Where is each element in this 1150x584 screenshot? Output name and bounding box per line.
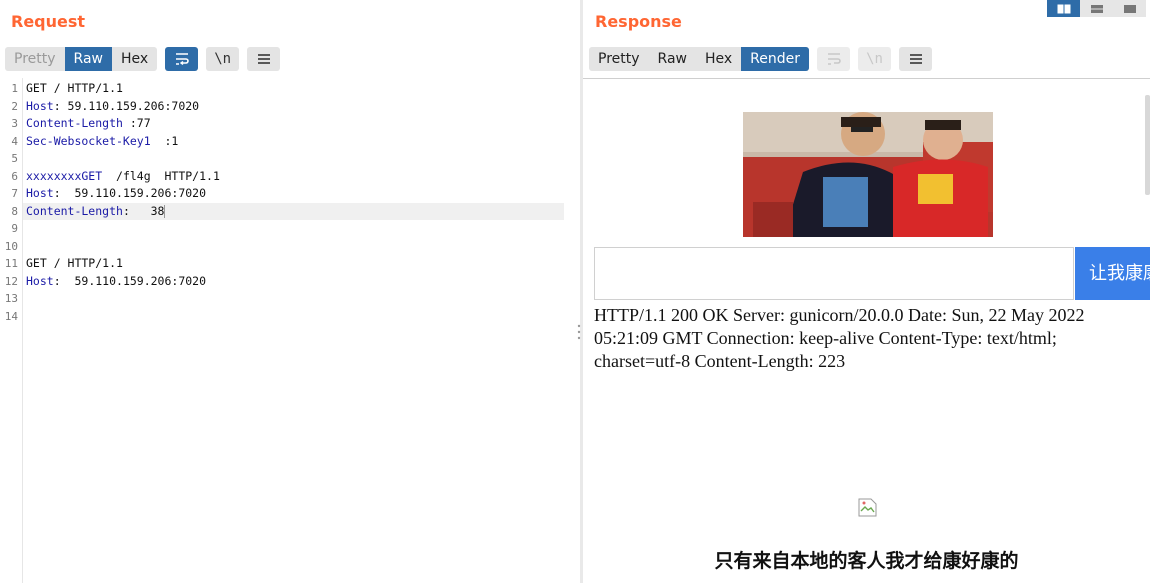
code-text: :77 [122,116,151,130]
render-scrollbar[interactable] [1145,95,1150,195]
response-menu-button[interactable] [899,47,933,71]
wrap-lines-icon [175,53,189,66]
render-search-input[interactable] [594,247,1074,300]
newline-icon: \n [214,51,232,67]
code-line: Host: 59.110.159.206:7020 [26,273,206,291]
line-number: 3 [11,117,18,130]
line-number: 8 [11,204,18,218]
menu-icon [257,54,270,64]
request-view-tabs: Pretty Raw Hex [5,47,158,71]
request-wrap-lines-button[interactable] [165,47,199,71]
code-text: : 59.110.159.206:7020 [53,98,200,113]
layout-side-by-side-button[interactable] [1047,0,1080,17]
layout-horizontal-button[interactable] [1080,0,1113,17]
wrap-lines-icon [827,53,841,65]
line-number: 13 [4,292,18,305]
layout-toggle [1047,0,1146,17]
line-number: 1 [11,82,18,95]
code-text: : 38 [122,203,165,218]
layout-single-icon [1123,4,1136,13]
text-cursor [164,204,166,218]
rendered-photo [743,112,993,237]
line-number: 10 [4,239,18,253]
newline-icon: \n [866,51,883,67]
rendered-http-text: HTTP/1.1 200 OK Server: gunicorn/20.0.0 … [594,305,1085,371]
menu-icon [909,54,922,64]
response-toolbar: Pretty Raw Hex Render \n [589,47,933,71]
request-title: Request [11,12,86,31]
code-line: Sec-Websocket-Key1 :1 [26,133,178,151]
header-key: xxxxxxxxGET [26,168,103,183]
request-editor[interactable]: 1 2 3 4 5 6 7 8 9 10 11 12 13 14 GET / HTTP/1.1 Host: … [0,78,580,583]
code-line: xxxxxxxxGET /fl4g HTTP/1.1 [26,168,220,186]
response-wrap-lines-button[interactable] [817,47,851,71]
layout-horizontal-icon [1090,4,1103,13]
layout-side-by-side-icon [1057,4,1070,13]
response-tab-raw[interactable]: Raw [649,47,696,71]
request-tab-pretty[interactable]: Pretty [5,47,65,71]
code-line: GET / HTTP/1.1 [26,255,123,273]
response-title: Response [595,12,682,31]
layout-single-button[interactable] [1113,0,1146,17]
request-toolbar: Pretty Raw Hex \n [5,47,281,71]
response-tab-hex[interactable]: Hex [696,47,741,71]
header-key: Host [26,273,54,288]
code-line: Content-Length: 38 [26,203,166,221]
header-key: Host [26,186,54,200]
response-tab-pretty[interactable]: Pretty [589,47,649,71]
line-number: 11 [4,257,18,270]
divider-grip-icon[interactable] [577,324,581,344]
line-number: 2 [11,99,18,113]
broken-image-icon [858,498,878,517]
code-text: : 59.110.159.206:7020 [53,273,207,288]
response-render-view[interactable]: 让我康康 HTTP/1.1 200 OK Server: gunicorn/20… [583,78,1150,584]
request-panel: Request Pretty Raw Hex \n 1 2 3 4 5 6 7 8 9 10 11 1… [0,0,580,583]
code-line: Host: 59.110.159.206:7020 [26,98,199,116]
code-line: Content-Length :77 [26,115,151,133]
request-tab-raw[interactable]: Raw [64,47,112,71]
code-text: /fl4g HTTP/1.1 [102,168,220,183]
header-key: Sec-Websocket-Key1 [26,133,151,148]
header-key: Host [26,98,54,113]
code-line: GET / HTTP/1.1 [26,80,123,98]
code-line: Host: 59.110.159.206:7020 [26,185,206,203]
request-newline-button[interactable]: \n [206,47,240,71]
rendered-footer-text: 只有来自本地的客人我才给康好康的 [714,550,1019,572]
code-text: : 59.110.159.206:7020 [53,186,207,200]
line-number: 4 [11,134,18,148]
line-number: 6 [11,169,18,183]
line-number: 5 [11,152,18,165]
line-number: 7 [11,187,18,200]
line-number: 14 [4,309,18,323]
code-text: GET / HTTP/1.1 [26,256,123,270]
line-number: 12 [4,274,18,288]
line-number: 9 [11,222,18,235]
header-key: Content-Length [26,116,123,130]
code-text: GET / HTTP/1.1 [26,81,123,95]
request-tab-hex[interactable]: Hex [112,47,157,71]
render-submit-button[interactable]: 让我康康 [1075,247,1150,300]
request-menu-button[interactable] [247,47,281,71]
code-text: :1 [150,133,179,148]
response-view-tabs: Pretty Raw Hex Render [589,47,810,71]
response-tab-render[interactable]: Render [741,47,810,71]
response-newline-button[interactable]: \n [858,47,892,71]
line-number-gutter: 1 2 3 4 5 6 7 8 9 10 11 12 13 14 [0,78,23,583]
header-key: Content-Length [26,203,123,218]
